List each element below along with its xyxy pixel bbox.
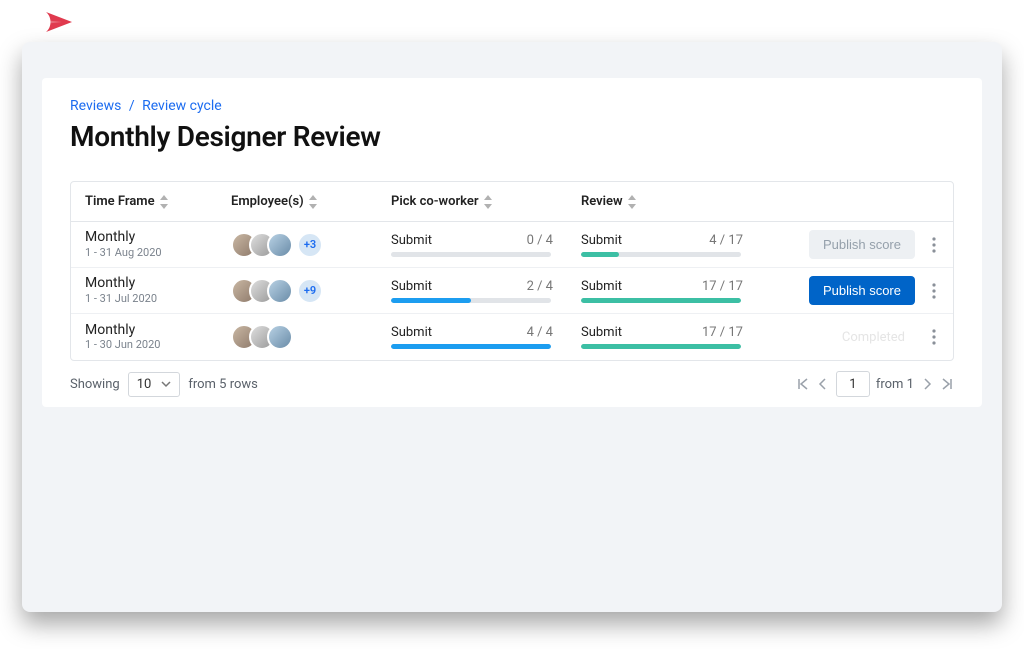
per-page-select[interactable]: 10 [128, 372, 181, 397]
avatar-overflow-count[interactable]: +9 [297, 278, 323, 304]
kebab-icon [932, 283, 936, 299]
breadcrumb: Reviews / Review cycle [42, 78, 982, 118]
showing-label: Showing [70, 377, 120, 392]
cell-pick-coworker: Submit 0 / 4 [391, 233, 581, 257]
kebab-icon [932, 329, 936, 345]
avatar [267, 232, 293, 258]
page-number-input[interactable]: 1 [836, 371, 870, 397]
row-menu-button[interactable] [925, 232, 943, 258]
progress-label: Submit [581, 233, 622, 248]
progress-fill [581, 252, 619, 257]
table-header: Time Frame Employee(s) Pick co-worker Re… [71, 182, 953, 222]
from-rows-label: from 5 rows [188, 377, 258, 392]
first-page-icon[interactable] [796, 377, 810, 391]
period-label: Monthly [85, 230, 231, 245]
progress-bar [391, 298, 551, 303]
cell-time-frame: Monthly1 - 31 Jul 2020 [71, 276, 231, 305]
progress-fill [391, 298, 471, 303]
footer-left: Showing 10 from 5 rows [70, 372, 258, 397]
progress-bar [581, 298, 741, 303]
date-range: 1 - 30 Jun 2020 [85, 338, 231, 351]
cell-employees: +9 [231, 278, 391, 304]
col-employee-label: Employee(s) [231, 194, 304, 209]
progress-label: Submit [581, 325, 622, 340]
col-time-frame[interactable]: Time Frame [71, 194, 231, 209]
progress-count: 2 / 4 [527, 279, 553, 294]
sort-icon [159, 195, 169, 209]
publish-score-button: Publish score [809, 230, 915, 259]
page-title: Monthly Designer Review [42, 118, 982, 171]
sort-icon [308, 195, 318, 209]
footer-pager: 1 from 1 [796, 371, 954, 397]
content-card: Reviews / Review cycle Monthly Designer … [42, 78, 982, 407]
kebab-icon [932, 237, 936, 253]
next-page-icon[interactable] [920, 377, 934, 391]
completed-status: Completed [832, 323, 915, 352]
progress-fill [581, 298, 741, 303]
progress-label: Submit [581, 279, 622, 294]
cell-pick-coworker: Submit 2 / 4 [391, 279, 581, 303]
progress-label: Submit [391, 325, 432, 340]
progress-fill [391, 344, 551, 349]
row-menu-button[interactable] [925, 324, 943, 350]
cell-time-frame: Monthly1 - 30 Jun 2020 [71, 323, 231, 352]
col-review-label: Review [581, 194, 623, 209]
table-row: Monthly1 - 30 Jun 2020 Submit 4 / 4 Submit 1… [71, 314, 953, 360]
progress-count: 17 / 17 [702, 325, 743, 340]
progress-label: Submit [391, 233, 432, 248]
avatar-overflow-count[interactable]: +3 [297, 232, 323, 258]
sort-icon [483, 195, 493, 209]
progress-count: 4 / 4 [527, 325, 553, 340]
cell-review: Submit 4 / 17 [581, 233, 771, 257]
cell-employees [231, 324, 391, 350]
avatar [267, 278, 293, 304]
period-label: Monthly [85, 276, 231, 291]
publish-score-button[interactable]: Publish score [809, 276, 915, 305]
cell-review: Submit 17 / 17 [581, 325, 771, 349]
progress-fill [581, 344, 741, 349]
avatar [267, 324, 293, 350]
page-number-value: 1 [849, 377, 856, 392]
progress-bar [391, 252, 551, 257]
col-pick-label: Pick co-worker [391, 194, 479, 209]
progress-bar [581, 344, 741, 349]
row-menu-button[interactable] [925, 278, 943, 304]
cell-action: Publish score [771, 230, 953, 259]
col-pick-coworker[interactable]: Pick co-worker [391, 194, 581, 209]
col-employee[interactable]: Employee(s) [231, 194, 391, 209]
cell-review: Submit 17 / 17 [581, 279, 771, 303]
review-table: Time Frame Employee(s) Pick co-worker Re… [70, 181, 954, 361]
table-row: Monthly1 - 31 Jul 2020+9Submit2 / 4Submi… [71, 268, 953, 314]
date-range: 1 - 31 Jul 2020 [85, 292, 231, 305]
progress-count: 4 / 17 [709, 233, 743, 248]
from-pages-label: from 1 [876, 377, 914, 392]
date-range: 1 - 31 Aug 2020 [85, 246, 231, 259]
col-time-label: Time Frame [85, 194, 155, 209]
cell-time-frame: Monthly1 - 31 Aug 2020 [71, 230, 231, 259]
breadcrumb-separator: / [129, 98, 135, 114]
col-review[interactable]: Review [581, 194, 771, 209]
cell-action: Completed [771, 323, 953, 352]
progress-count: 0 / 4 [527, 233, 553, 248]
last-page-icon[interactable] [940, 377, 954, 391]
per-page-value: 10 [137, 377, 152, 392]
cell-pick-coworker: Submit 4 / 4 [391, 325, 581, 349]
table-row: Monthly1 - 31 Aug 2020+3Submit0 / 4Submi… [71, 222, 953, 268]
breadcrumb-current[interactable]: Review cycle [142, 98, 222, 114]
cell-action: Publish score [771, 276, 953, 305]
prev-page-icon[interactable] [816, 377, 830, 391]
chevron-down-icon [161, 379, 171, 389]
progress-bar [391, 344, 551, 349]
app-logo [42, 10, 82, 38]
sort-icon [627, 195, 637, 209]
cell-employees: +3 [231, 232, 391, 258]
table-footer: Showing 10 from 5 rows 1 from 1 [42, 361, 982, 397]
progress-bar [581, 252, 741, 257]
breadcrumb-root[interactable]: Reviews [70, 98, 121, 114]
period-label: Monthly [85, 323, 231, 338]
page-container: Reviews / Review cycle Monthly Designer … [22, 42, 1002, 612]
progress-count: 17 / 17 [702, 279, 743, 294]
progress-label: Submit [391, 279, 432, 294]
